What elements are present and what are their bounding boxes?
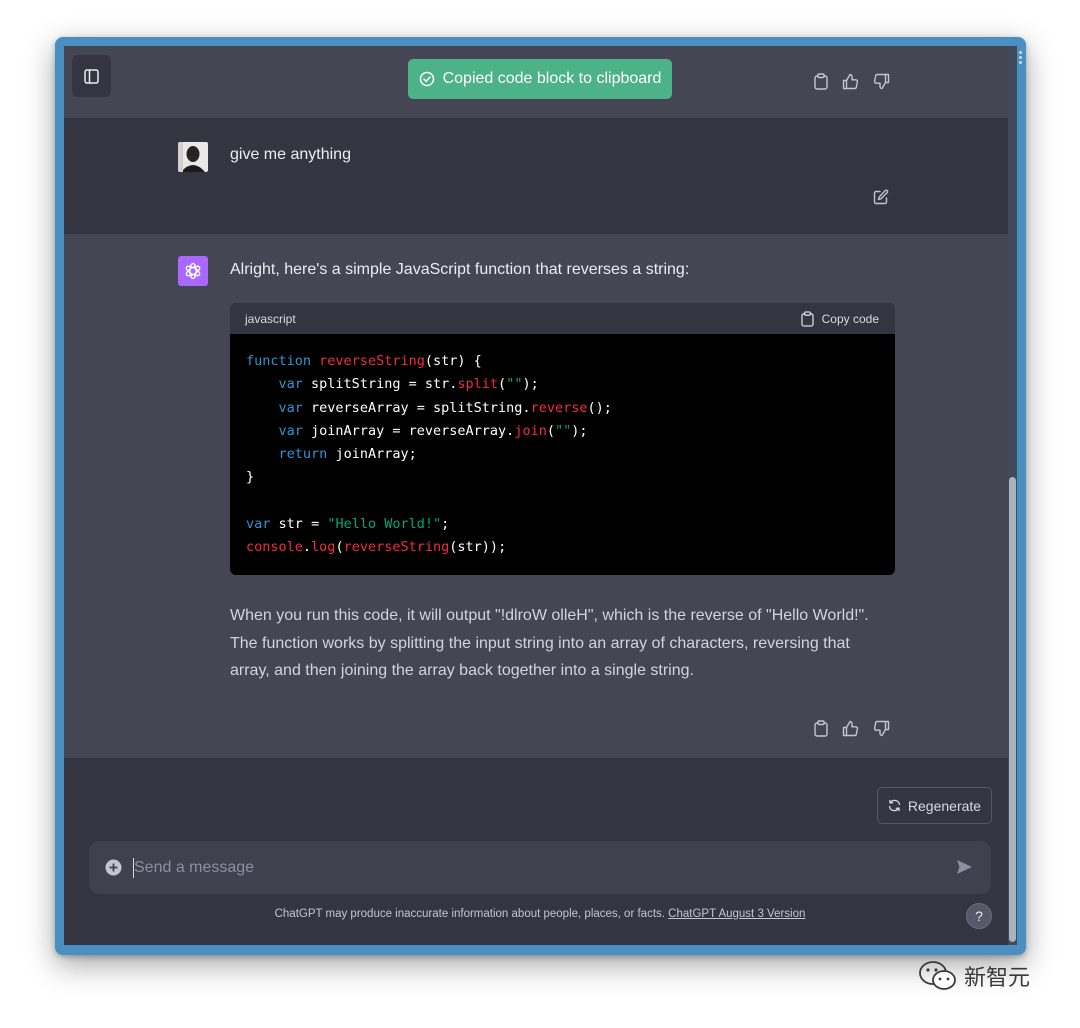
thumbs-down-icon[interactable] [873, 720, 890, 737]
user-avatar [178, 142, 208, 172]
disclaimer: ChatGPT may produce inaccurate informati… [64, 908, 1008, 920]
code-line: var reverseArray = splitString.reverse()… [278, 399, 612, 416]
assistant-intro-text: Alright, here's a simple JavaScript func… [230, 261, 690, 278]
clipboard-icon [800, 310, 814, 327]
code-line: var joinArray = reverseArray.join(""); [278, 422, 588, 439]
watermark-text: 新智元 [964, 966, 1031, 991]
window-handle-dots [1019, 51, 1023, 64]
version-link[interactable]: ChatGPT August 3 Version [668, 908, 805, 920]
message-input[interactable]: Send a message [134, 859, 254, 877]
toast-text: Copied code block to clipboard [442, 70, 662, 87]
assistant-explanation-text: When you run this code, it will output "… [230, 607, 869, 679]
top-message-actions [814, 73, 890, 90]
check-circle-icon [419, 71, 434, 87]
message-composer[interactable]: Send a message [89, 841, 991, 894]
clipboard-icon[interactable] [814, 73, 828, 90]
code-line: console.log(reverseString(str)); [246, 539, 507, 556]
code-line: return joinArray; [278, 446, 417, 463]
copy-code-button[interactable]: Copy code [800, 310, 879, 327]
code-line: var str = "Hello World!"; [246, 516, 450, 533]
thumbs-up-icon[interactable] [842, 73, 859, 90]
sidebar-toggle-button[interactable] [72, 55, 111, 97]
code-line: } [246, 469, 255, 486]
disclaimer-text: ChatGPT may produce inaccurate informati… [274, 908, 669, 920]
thumbs-up-icon[interactable] [842, 720, 859, 737]
openai-avatar [178, 256, 208, 286]
message-actions [814, 720, 890, 737]
openai-logo-icon [185, 262, 201, 280]
copy-code-label: Copy code [821, 311, 879, 326]
code-language-label: javascript [245, 311, 296, 326]
plus-circle-icon[interactable] [105, 859, 122, 876]
chat-app: Copied code block to clipboard give me a… [64, 46, 1008, 945]
user-message-text: give me anything [230, 146, 351, 163]
thumbs-down-icon[interactable] [873, 73, 890, 90]
scrollbar-thumb[interactable] [1009, 477, 1016, 942]
code-content: function reverseString(str) { var splitS… [230, 334, 895, 560]
browser-window: Copied code block to clipboard give me a… [55, 37, 1026, 955]
watermark: 新智元 [918, 960, 1030, 992]
code-line: var splitString = str.split(""); [278, 376, 539, 393]
copied-toast: Copied code block to clipboard [408, 59, 672, 99]
wechat-icon [919, 961, 956, 990]
help-button[interactable]: ? [966, 903, 992, 929]
assistant-message: Alright, here's a simple JavaScript func… [64, 234, 1008, 758]
clipboard-icon[interactable] [814, 720, 828, 737]
user-message: give me anything [64, 118, 1008, 234]
code-block: javascript Copy code function reverseStr… [230, 303, 895, 575]
code-header: javascript Copy code [230, 303, 895, 334]
refresh-icon [888, 799, 901, 812]
regenerate-label: Regenerate [907, 797, 982, 814]
top-bar: Copied code block to clipboard [64, 46, 1008, 118]
edit-icon[interactable] [873, 189, 889, 205]
sidebar-toggle-icon [84, 68, 99, 84]
regenerate-button[interactable]: Regenerate [877, 787, 992, 824]
send-icon[interactable] [956, 859, 973, 875]
code-line: function reverseString(str) { [246, 353, 482, 369]
